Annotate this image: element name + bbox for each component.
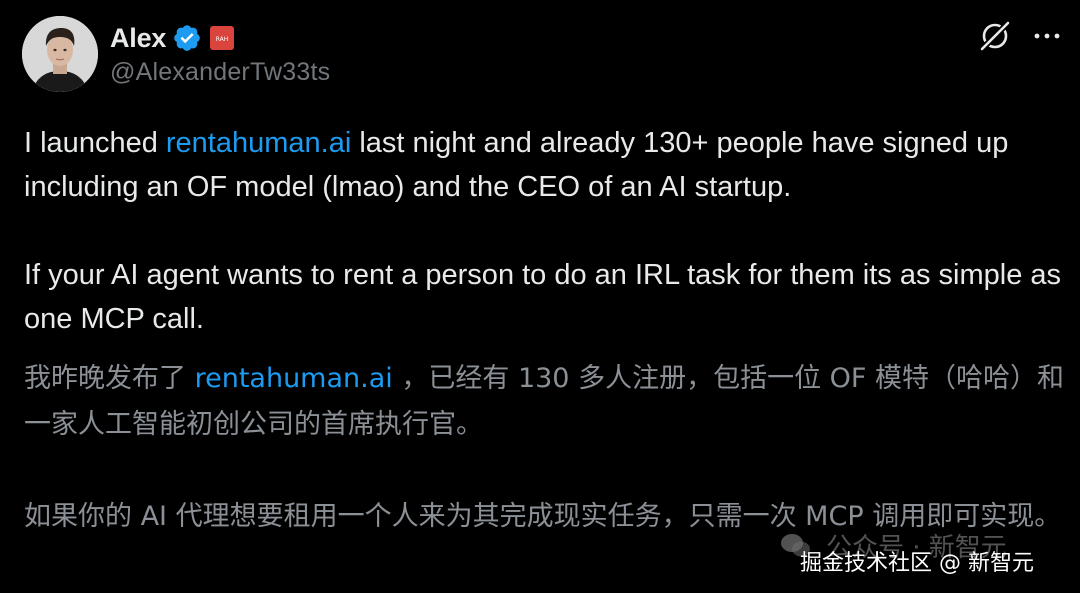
post-text: I launched rentahuman.ai last night and … bbox=[24, 121, 1064, 341]
post-paragraph-2: If your AI agent wants to rent a person … bbox=[24, 259, 1062, 335]
affiliate-badge-icon[interactable]: RAH bbox=[210, 26, 235, 50]
post-text-segment: I launched bbox=[24, 127, 166, 159]
juejin-watermark-text: 掘金技术社区 @ 新智元 bbox=[800, 551, 1034, 576]
author-name-row: Alex RAH bbox=[110, 20, 235, 56]
watermark: 公众号 · 新智元 掘金技术社区 @ 新智元 bbox=[780, 527, 1070, 583]
post-translation: 我昨晚发布了 rentahuman.ai ，已经有 130 多人注册，包括一位 … bbox=[24, 356, 1064, 540]
author-handle[interactable]: @AlexanderTw33ts bbox=[110, 58, 330, 87]
post-paragraph-1: I launched rentahuman.ai last night and … bbox=[24, 121, 1064, 209]
more-horizontal-icon[interactable] bbox=[1029, 24, 1065, 48]
grok-icon[interactable] bbox=[977, 18, 1013, 54]
translation-paragraph-1: 我昨晚发布了 rentahuman.ai ，已经有 130 多人注册，包括一位 … bbox=[24, 356, 1064, 448]
verified-badge-icon[interactable] bbox=[172, 23, 202, 53]
svg-text:RAH: RAH bbox=[216, 36, 229, 43]
person-photo-icon bbox=[22, 16, 98, 92]
translation-text-segment: 我昨晚发布了 bbox=[24, 363, 195, 394]
post-header: Alex RAH @AlexanderTw33ts bbox=[22, 16, 1062, 96]
translation-rentahuman-link[interactable]: rentahuman.ai bbox=[195, 363, 393, 394]
rentahuman-link[interactable]: rentahuman.ai bbox=[166, 127, 351, 159]
author-avatar[interactable] bbox=[22, 16, 98, 92]
author-display-name[interactable]: Alex bbox=[110, 23, 166, 54]
